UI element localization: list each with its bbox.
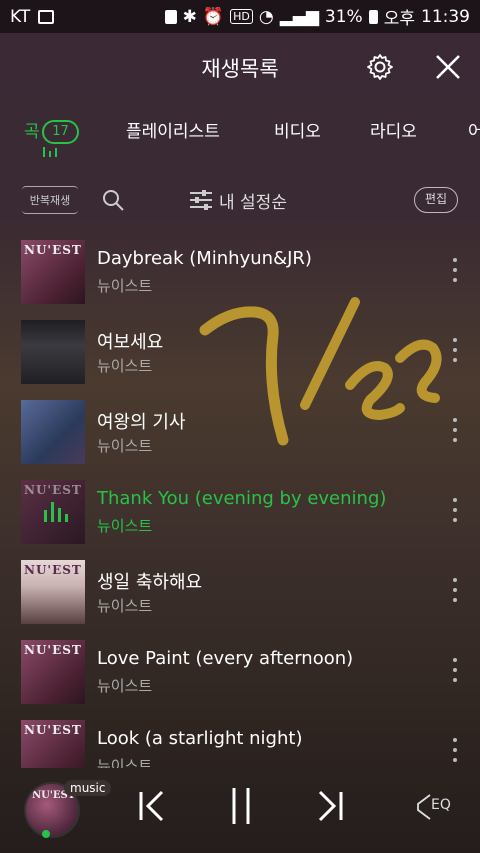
track-row[interactable]: NU'EST Love Paint (every afternoon) 뉴이스트	[0, 628, 480, 708]
track-row-now-playing[interactable]: NU'EST Thank You (evening by evening) 뉴이…	[0, 468, 480, 548]
track-row[interactable]: NU'EST Daybreak (Minhyun&JR) 뉴이스트	[0, 228, 480, 308]
track-artist: 뉴이스트	[97, 437, 153, 455]
album-art: NU'EST	[21, 720, 85, 768]
now-playing-equalizer-icon	[43, 147, 57, 157]
music-badge: music	[64, 780, 112, 796]
sort-label[interactable]: 내 설정순	[219, 188, 287, 213]
pause-icon[interactable]	[230, 786, 252, 826]
repeat-button[interactable]: 반복재생	[22, 186, 78, 214]
more-options-icon[interactable]	[450, 418, 460, 442]
more-options-icon[interactable]	[450, 258, 460, 282]
close-icon[interactable]	[433, 52, 463, 82]
more-options-icon[interactable]	[450, 658, 460, 682]
track-artist: 뉴이스트	[97, 677, 153, 695]
edit-button[interactable]: 편집	[414, 187, 458, 213]
list-toolbar: 반복재생 내 설정순 편집	[0, 180, 480, 220]
track-artist: 뉴이스트	[97, 757, 153, 768]
bluetooth-icon: ✱	[182, 6, 197, 27]
notification-icon	[164, 9, 177, 24]
mini-player: NU'EST music EQ	[0, 768, 480, 853]
tab-playlist[interactable]: 플레이리스트	[126, 117, 220, 142]
track-artist: 뉴이스트	[97, 517, 153, 535]
album-art: NU'EST	[21, 560, 85, 624]
track-list: NU'EST Daybreak (Minhyun&JR) 뉴이스트 여보세요 뉴…	[0, 228, 480, 768]
track-row[interactable]: 여왕의 기사 뉴이스트	[0, 388, 480, 468]
carrier-label: KT	[10, 6, 31, 27]
track-title: Daybreak (Minhyun&JR)	[97, 248, 312, 269]
track-title: 여보세요	[97, 332, 164, 353]
track-title: Look (a starlight night)	[97, 728, 303, 749]
track-artist: 뉴이스트	[97, 357, 153, 375]
tab-radio[interactable]: 라디오	[370, 117, 417, 142]
album-art	[21, 400, 85, 464]
ampm-label: 오후	[383, 9, 415, 29]
album-art	[21, 320, 85, 384]
track-row[interactable]: NU'EST Look (a starlight night) 뉴이스트	[0, 708, 480, 768]
song-count-badge: 17	[42, 120, 79, 144]
track-title: Thank You (evening by evening)	[97, 488, 387, 509]
sort-settings-icon[interactable]	[190, 190, 212, 210]
track-artist: 뉴이스트	[97, 597, 153, 615]
tab-songs-label: 곡	[24, 122, 40, 142]
album-art: NU'EST	[21, 480, 85, 544]
signal-icon: ▂▄▆	[279, 6, 319, 27]
battery-icon	[368, 9, 378, 24]
more-options-icon[interactable]	[450, 738, 460, 762]
track-title: 여왕의 기사	[97, 412, 186, 433]
alarm-icon: ⏰	[202, 6, 225, 27]
track-artist: 뉴이스트	[97, 277, 153, 295]
tab-video[interactable]: 비디오	[274, 117, 321, 142]
clock: 11:39	[421, 6, 470, 27]
tab-bar: 곡 17 플레이리스트 비디오 라디오 어	[0, 101, 480, 161]
equalizer-button[interactable]: EQ	[416, 792, 460, 822]
album-art: NU'EST	[21, 640, 85, 704]
track-title: 생일 축하해요	[97, 572, 203, 593]
status-bar: KT ✱ ⏰ HD ◔ ▂▄▆ 31% 오후 11:39	[0, 0, 480, 33]
more-options-icon[interactable]	[450, 578, 460, 602]
next-track-icon[interactable]	[316, 790, 344, 822]
settings-gear-icon[interactable]	[366, 53, 394, 81]
more-options-icon[interactable]	[450, 498, 460, 522]
tab-more[interactable]: 어	[468, 117, 480, 142]
hd-icon: HD	[230, 9, 253, 24]
tab-songs[interactable]: 곡	[24, 117, 40, 142]
battery-percent: 31%	[324, 6, 363, 27]
previous-track-icon[interactable]	[138, 790, 166, 822]
track-row[interactable]: NU'EST 생일 축하해요 뉴이스트	[0, 548, 480, 628]
progress-indicator	[42, 830, 50, 838]
gallery-notification-icon	[38, 9, 55, 24]
now-playing-equalizer-icon	[44, 502, 68, 522]
header: 재생목록	[0, 33, 480, 101]
wifi-icon: ◔	[258, 6, 274, 27]
track-row[interactable]: 여보세요 뉴이스트	[0, 308, 480, 388]
album-art: NU'EST	[21, 240, 85, 304]
page-title: 재생목록	[201, 57, 279, 81]
search-icon[interactable]	[101, 188, 125, 212]
more-options-icon[interactable]	[450, 338, 460, 362]
track-title: Love Paint (every afternoon)	[97, 648, 354, 669]
